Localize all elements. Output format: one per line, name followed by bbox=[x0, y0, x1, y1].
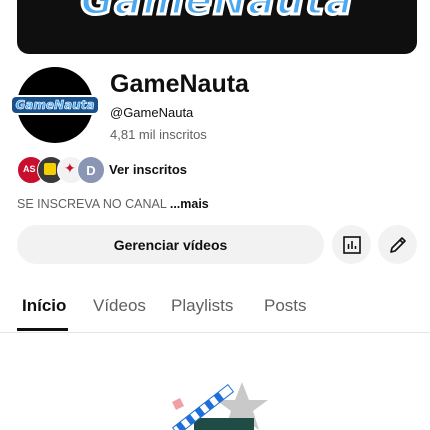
active-tab-indicator bbox=[17, 328, 68, 331]
tab-videos[interactable]: Vídeos bbox=[93, 296, 146, 316]
analytics-icon bbox=[342, 235, 361, 254]
analytics-button[interactable] bbox=[332, 225, 371, 264]
channel-tabs: Início Vídeos Playlists Posts bbox=[0, 284, 430, 333]
tab-posts[interactable]: Posts bbox=[264, 296, 307, 316]
channel-handle: @GameNauta bbox=[110, 105, 194, 120]
tab-inicio[interactable]: Início bbox=[22, 296, 66, 316]
manage-videos-button[interactable]: Gerenciar vídeos bbox=[17, 225, 324, 264]
subscriber-avatar: D bbox=[77, 156, 105, 184]
channel-description[interactable]: SE INSCREVA NO CANAL ...mais bbox=[17, 197, 209, 211]
banner-logo: GameNauta bbox=[79, 0, 354, 26]
more-link[interactable]: ...mais bbox=[170, 197, 209, 211]
subscriber-avatars[interactable]: D bbox=[17, 156, 105, 184]
channel-avatar[interactable]: GameNauta bbox=[10, 67, 100, 143]
channel-banner: GameNauta bbox=[17, 0, 417, 54]
avatar-logo: GameNauta bbox=[10, 95, 100, 115]
view-subscribers-link[interactable]: Ver inscritos bbox=[109, 162, 187, 177]
tab-playlists[interactable]: Playlists bbox=[171, 296, 233, 316]
subscriber-count: 4,81 mil inscritos bbox=[110, 127, 207, 142]
description-text: SE INSCREVA NO CANAL bbox=[17, 197, 167, 211]
empty-state-illustration bbox=[150, 378, 290, 430]
edit-button[interactable] bbox=[378, 225, 417, 264]
pencil-icon bbox=[389, 236, 406, 253]
channel-name: GameNauta bbox=[110, 70, 249, 98]
